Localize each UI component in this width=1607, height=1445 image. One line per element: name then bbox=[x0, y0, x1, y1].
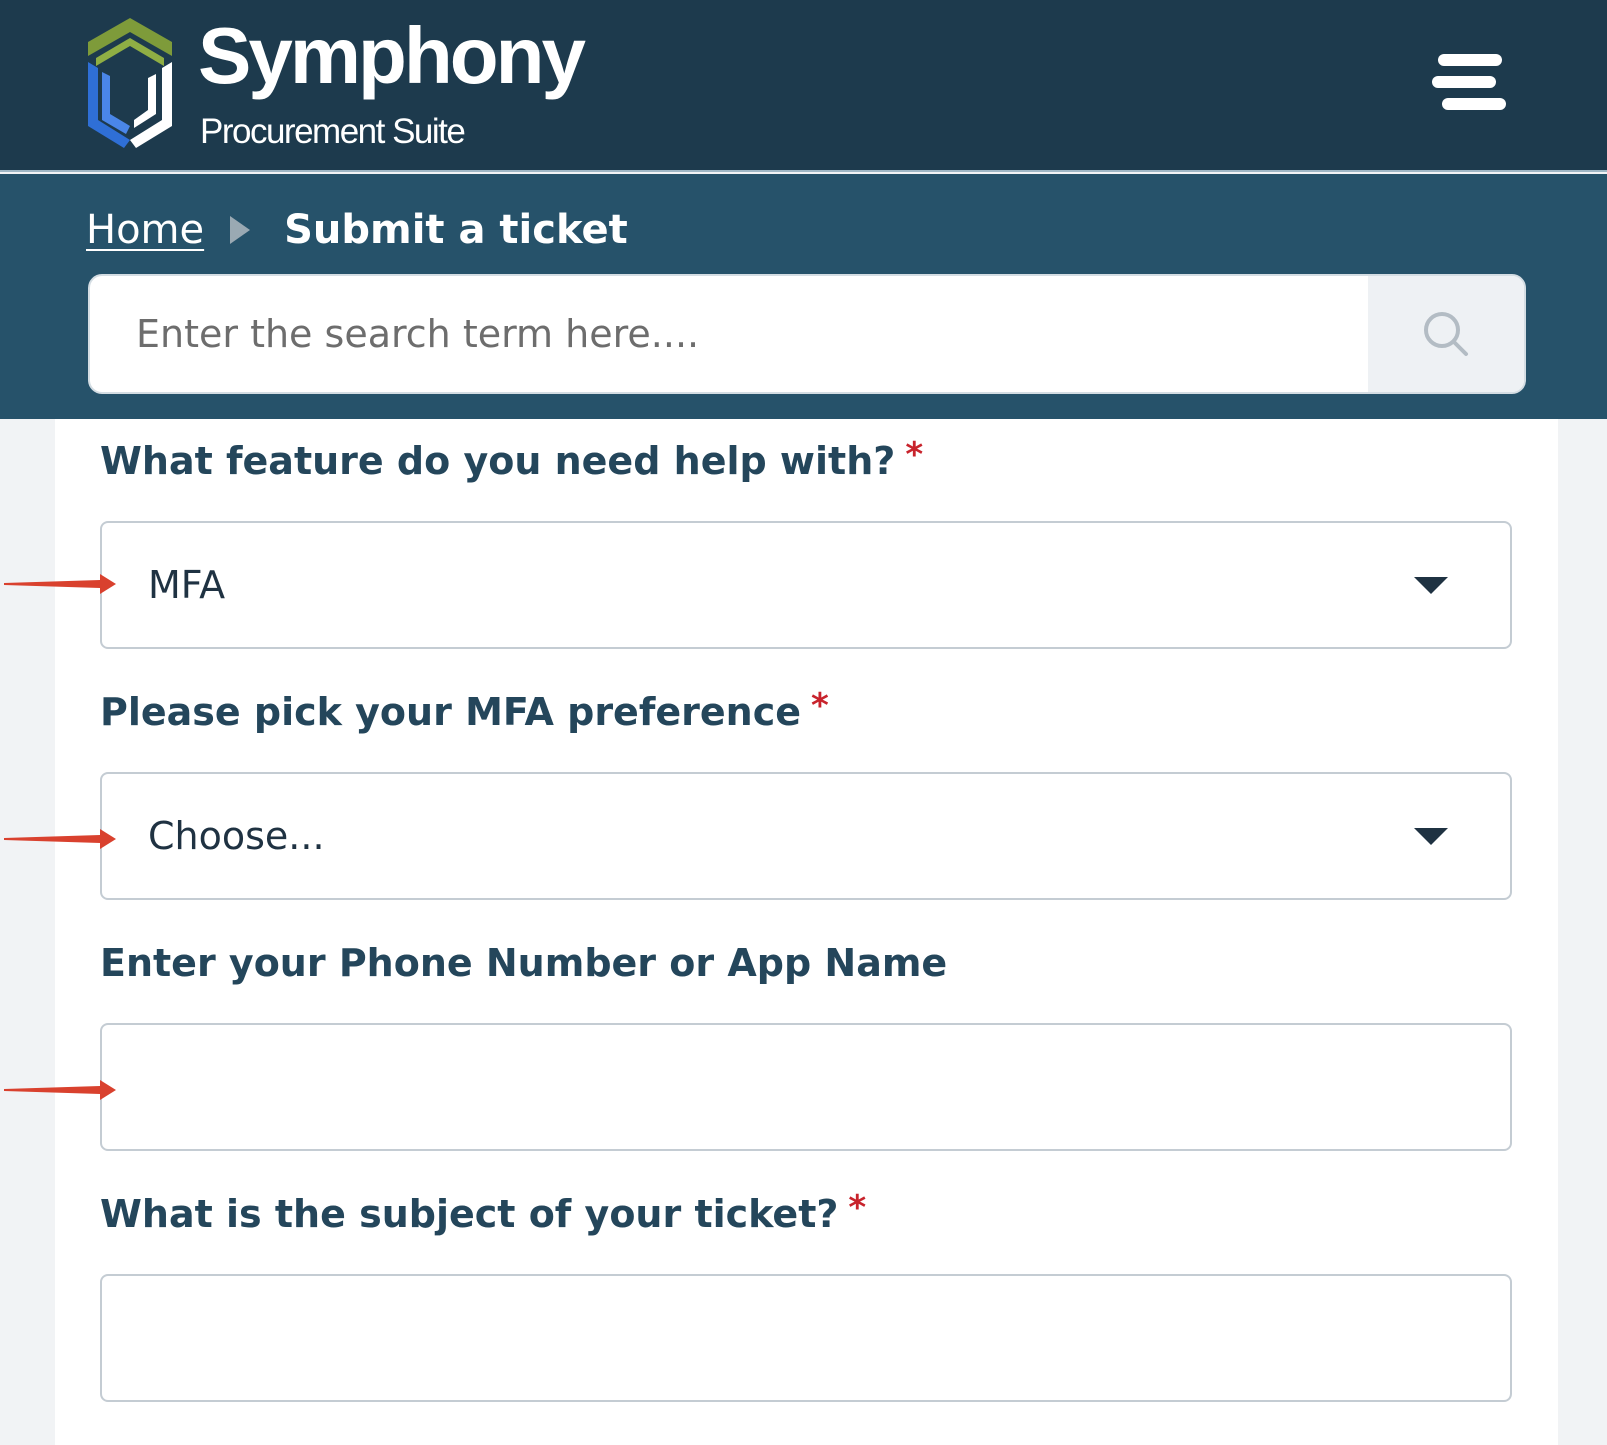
phone-or-app-input[interactable] bbox=[102, 1025, 1510, 1149]
breadcrumb-current: Submit a ticket bbox=[284, 207, 628, 253]
feature-field-label: What feature do you need help with? * bbox=[100, 435, 923, 485]
required-asterisk: * bbox=[848, 1188, 867, 1228]
mfa-preference-select-value: Choose... bbox=[148, 814, 325, 858]
phone-or-app-label-text: Enter your Phone Number or App Name bbox=[100, 941, 948, 985]
logo-subtitle: Procurement Suite bbox=[200, 112, 466, 151]
subject-label-text: What is the subject of your ticket? bbox=[100, 1192, 839, 1236]
ticket-form: What feature do you need help with? * MFA… bbox=[55, 419, 1558, 1445]
hamburger-menu-button[interactable] bbox=[1432, 50, 1506, 114]
required-asterisk: * bbox=[905, 435, 924, 475]
mfa-preference-field-label: Please pick your MFA preference * bbox=[100, 686, 829, 736]
red-arrow-icon bbox=[4, 1080, 116, 1100]
symphony-hexagon-logo-icon bbox=[88, 18, 172, 148]
feature-label-text: What feature do you need help with? bbox=[100, 439, 896, 483]
subject-field-label: What is the subject of your ticket? * bbox=[100, 1188, 866, 1238]
subject-input-wrapper bbox=[100, 1274, 1512, 1402]
red-arrow-icon bbox=[4, 574, 116, 594]
search-icon bbox=[1424, 312, 1468, 356]
feature-select[interactable]: MFA bbox=[100, 521, 1512, 649]
breadcrumb: Home Submit a ticket bbox=[86, 202, 628, 258]
chevron-down-icon bbox=[1414, 577, 1448, 594]
mfa-preference-label-text: Please pick your MFA preference bbox=[100, 690, 801, 734]
breadcrumb-search-bar: Home Submit a ticket bbox=[0, 174, 1607, 419]
red-arrow-icon bbox=[4, 829, 116, 849]
caret-right-icon bbox=[230, 216, 251, 244]
search-bar bbox=[88, 274, 1526, 394]
symphony-logo[interactable]: Symphony Procurement Suite bbox=[84, 11, 586, 154]
chevron-down-icon bbox=[1414, 828, 1448, 845]
hamburger-menu-icon bbox=[1432, 54, 1506, 110]
logo-name: Symphony bbox=[198, 11, 586, 100]
subject-input[interactable] bbox=[102, 1276, 1510, 1400]
feature-select-value: MFA bbox=[148, 563, 226, 607]
search-button[interactable] bbox=[1368, 276, 1524, 392]
mfa-preference-select[interactable]: Choose... bbox=[100, 772, 1512, 900]
breadcrumb-home-link[interactable]: Home bbox=[86, 207, 204, 253]
phone-or-app-field-label: Enter your Phone Number or App Name bbox=[100, 941, 947, 987]
required-asterisk: * bbox=[811, 686, 829, 726]
top-header: Symphony Procurement Suite bbox=[0, 0, 1607, 172]
phone-or-app-input-wrapper bbox=[100, 1023, 1512, 1151]
search-input[interactable] bbox=[90, 276, 1370, 392]
